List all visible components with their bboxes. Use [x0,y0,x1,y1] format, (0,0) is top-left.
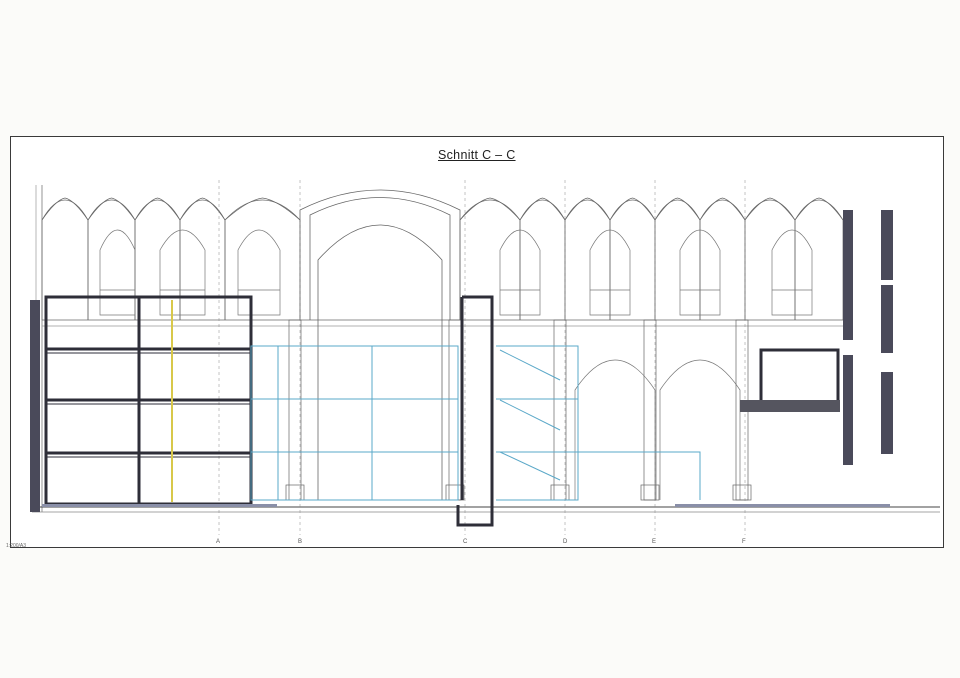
columns [285,319,752,501]
column [553,319,567,501]
clerestory-windows [99,229,813,316]
vault-rib [41,197,66,221]
vault-rib [134,197,158,221]
arcade-arch [574,359,656,500]
vault-rib [818,197,844,221]
vault-bay [794,199,844,320]
vault-rib [699,197,723,221]
axis-label-b: B [298,539,303,545]
vault-rib [519,197,543,221]
vault-bay [87,199,136,320]
vault-rib [157,197,181,221]
window [237,229,281,316]
corner-note: 1:200/A3 [6,543,27,549]
vault-rib [87,197,112,221]
vault-bay [699,199,746,320]
axis-label-c: C [463,539,468,545]
elevator-shaft [456,295,494,527]
vault-rib [262,197,301,221]
vault-rib [542,197,566,221]
vault-bay [41,199,89,320]
vault-bay [654,199,701,320]
section-drawing [30,180,940,535]
lower-arcade [574,359,741,500]
axis-label-d: D [563,539,568,545]
axis-label-e: E [652,539,657,545]
column [643,319,657,501]
vault-rib [179,197,203,221]
window [771,229,813,316]
right-box-slab [740,400,840,412]
vault-rib [722,197,746,221]
vault-rib [111,197,136,221]
vault-rib [609,197,633,221]
axis-label-f: F [742,539,746,545]
vault-rib [587,197,611,221]
vault-rib [224,197,263,221]
left-insert-floor-slabs [46,352,251,458]
column [448,319,462,501]
vault-bay [459,199,521,320]
vault-arches [41,197,844,320]
vault-bay [519,199,566,320]
vault-rib [794,197,820,221]
axis-label-a: A [216,539,221,545]
axis-lines [218,180,746,535]
vault-rib [769,197,796,221]
vault-rib [744,197,771,221]
vault-rib [202,197,226,221]
vault-bay [744,199,796,320]
drawing-title: Schnitt C – C [438,148,516,162]
column [288,319,302,501]
vault-rib [459,197,491,221]
vault-bay [134,199,181,320]
vault-bay [224,199,301,320]
left-insert-structure [44,295,253,506]
vault-rib [677,197,701,221]
vault-rib [564,197,588,221]
window [99,229,136,316]
right-box-structure [759,348,840,405]
vault-rib [489,197,521,221]
vault-rib [632,197,656,221]
vault-bay [179,199,226,320]
crossing-arch [299,189,461,500]
vault-bay [609,199,656,320]
window [159,229,206,316]
vault-bay [564,199,611,320]
vault-rib [654,197,678,221]
vault-rib [64,197,89,221]
